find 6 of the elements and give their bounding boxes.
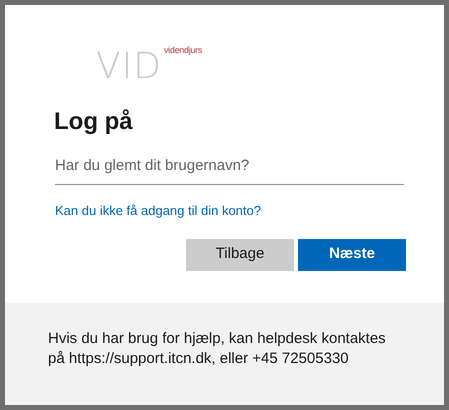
logo-tagline: videndjurs — [164, 44, 202, 57]
page-title: Log på — [54, 107, 134, 137]
back-button[interactable]: Tilbage — [186, 238, 294, 270]
next-button[interactable]: Næste — [298, 238, 406, 270]
account-help-link[interactable]: Kan du ikke få adgang til din konto? — [55, 200, 261, 220]
helpdesk-text: Hvis du har brug for hjælp, kan helpdesk kontaktes på https://support.itcn.dk, eller +45 72505330 — [48, 329, 387, 369]
